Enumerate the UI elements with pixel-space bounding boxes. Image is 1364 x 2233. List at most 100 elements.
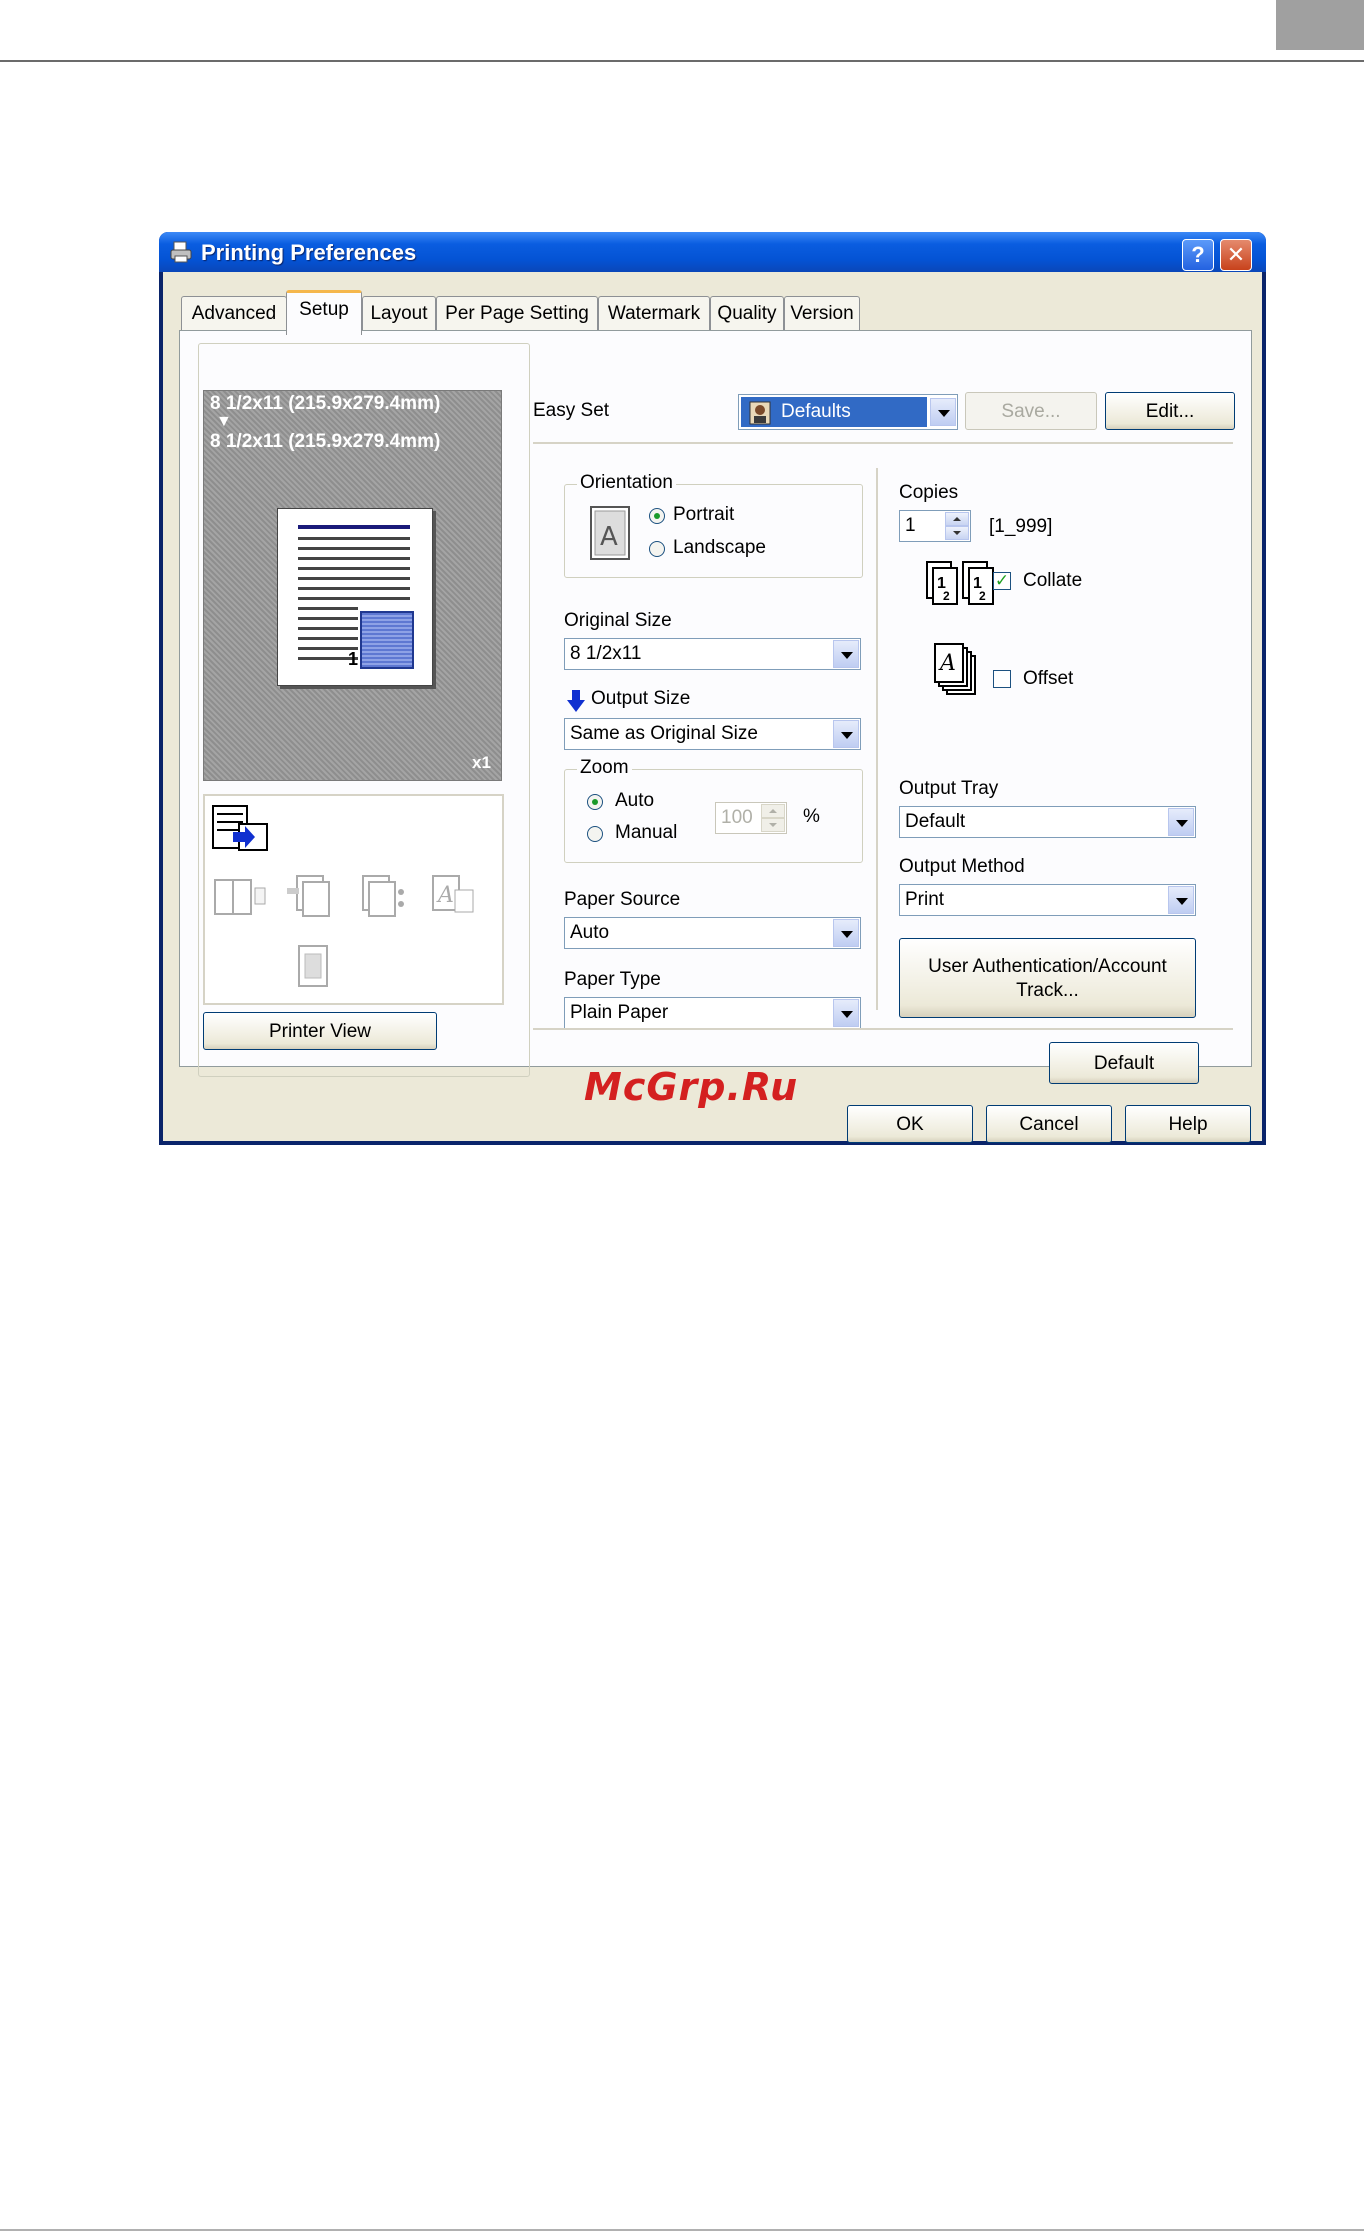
zoom-manual-label[interactable]: Manual [615, 822, 677, 844]
original-size-value: 8 1/2x11 [570, 643, 642, 664]
page-corner-tab [1276, 0, 1364, 50]
chevron-down-icon[interactable] [833, 999, 859, 1027]
easy-set-select[interactable]: Defaults [738, 394, 958, 430]
output-size-value: Same as Original Size [570, 723, 758, 744]
easy-set-label: Easy Set [533, 400, 610, 421]
site-watermark: McGrp.Ru [584, 1065, 799, 1109]
zoom-value: 100 [721, 807, 753, 828]
zoom-stepper[interactable]: 100 [715, 802, 787, 834]
printer-view-button[interactable]: Printer View [203, 1012, 437, 1050]
window-title: Printing Preferences [201, 240, 417, 265]
svg-text:A: A [938, 651, 956, 676]
tab-version[interactable]: Version [784, 296, 860, 331]
svg-text:2: 2 [979, 589, 986, 603]
column-divider [876, 468, 878, 1010]
copies-stepper[interactable]: 1 [899, 510, 971, 542]
output-method-select[interactable]: Print [899, 884, 1196, 916]
preview-sheet: 1 [277, 508, 433, 686]
preview-arrow-icon: ▼ [216, 413, 232, 430]
tab-layout[interactable]: Layout [362, 296, 436, 331]
output-method-value: Print [905, 889, 945, 910]
paper-source-value: Auto [570, 922, 610, 943]
cancel-button[interactable]: Cancel [986, 1105, 1112, 1143]
paper-type-select[interactable]: Plain Paper [564, 997, 861, 1029]
user-icon [749, 401, 771, 425]
help-button[interactable]: Help [1125, 1105, 1251, 1143]
landscape-label[interactable]: Landscape [673, 537, 766, 559]
spin-down-icon[interactable] [761, 818, 785, 832]
collate-label[interactable]: Collate [1023, 570, 1082, 592]
svg-text:A: A [436, 883, 454, 908]
help-title-button[interactable]: ? [1182, 239, 1214, 271]
printer-view-icon[interactable] [211, 804, 271, 854]
default-button[interactable]: Default [1049, 1042, 1199, 1084]
svg-text:2: 2 [943, 589, 950, 603]
tab-watermark[interactable]: Watermark [598, 296, 710, 331]
duplex-icon [214, 879, 266, 915]
landscape-radio[interactable] [649, 541, 665, 557]
ok-button[interactable]: OK [847, 1105, 973, 1143]
zoom-auto-label[interactable]: Auto [615, 790, 654, 812]
chevron-down-icon[interactable] [930, 398, 956, 426]
page-top-rule [0, 60, 1364, 62]
zoom-auto-radio[interactable] [587, 794, 603, 810]
output-size-label: Output Size [591, 688, 691, 709]
portrait-radio[interactable] [649, 508, 665, 524]
paper-source-select[interactable]: Auto [564, 917, 861, 949]
orientation-label: Orientation [577, 472, 676, 494]
chevron-down-icon[interactable] [1168, 808, 1194, 836]
offset-label[interactable]: Offset [1023, 668, 1073, 690]
output-tray-select[interactable]: Default [899, 806, 1196, 838]
offset-checkbox[interactable] [993, 670, 1011, 688]
orientation-group: Orientation A Portrait Landscape [564, 472, 863, 578]
copies-value: 1 [905, 515, 916, 536]
portrait-label[interactable]: Portrait [673, 504, 734, 526]
original-size-select[interactable]: 8 1/2x11 [564, 638, 861, 670]
tab-quality[interactable]: Quality [710, 296, 784, 331]
edit-button[interactable]: Edit... [1105, 392, 1235, 430]
spin-up-icon[interactable] [761, 804, 785, 818]
chevron-down-icon[interactable] [833, 919, 859, 947]
page-preview: 8 1/2x11 (215.9x279.4mm) ▼ 8 1/2x11 (215… [203, 390, 502, 781]
preview-original-size: 8 1/2x11 (215.9x279.4mm) [210, 393, 441, 414]
output-size-select[interactable]: Same as Original Size [564, 718, 861, 750]
user-authentication-button[interactable]: User Authentication/Account Track... [899, 938, 1196, 1018]
cover-icon: A [432, 875, 474, 913]
divider [533, 442, 1233, 444]
question-icon: ? [1191, 242, 1205, 267]
printer-mode-icons: A [203, 794, 504, 1005]
copies-range: [1_999] [989, 516, 1053, 537]
booklet-icon [298, 945, 328, 987]
staple-icon [287, 875, 330, 917]
printer-icon [170, 241, 192, 263]
page-number-stamp [360, 611, 414, 669]
output-method-label: Output Method [899, 856, 1025, 877]
tab-setup[interactable]: Setup [286, 290, 362, 335]
paper-type-value: Plain Paper [570, 1002, 669, 1023]
preview-copies-badge: x1 [472, 753, 491, 772]
zoom-label: Zoom [577, 757, 632, 779]
title-bar: Printing Preferences ? ✕ [159, 232, 1266, 272]
tab-advanced[interactable]: Advanced [181, 296, 287, 331]
save-button[interactable]: Save... [965, 392, 1097, 430]
portrait-page-icon: A [590, 506, 630, 560]
collate-icon: 1 2 1 2 [926, 561, 994, 605]
paper-source-label: Paper Source [564, 889, 681, 910]
output-tray-value: Default [905, 811, 966, 832]
offset-icon: A [934, 643, 976, 695]
spin-down-icon[interactable] [945, 526, 969, 540]
page-bottom-rule [0, 2229, 1364, 2231]
chevron-down-icon[interactable] [1168, 886, 1194, 914]
tab-per-page-setting[interactable]: Per Page Setting [436, 296, 598, 331]
arrow-down-icon [567, 690, 585, 712]
zoom-group: Zoom Auto Manual 100 % [564, 757, 863, 863]
collate-checkbox[interactable]: ✓ [993, 572, 1011, 590]
spin-up-icon[interactable] [945, 512, 969, 526]
chevron-down-icon[interactable] [833, 720, 859, 748]
output-tray-label: Output Tray [899, 778, 999, 799]
zoom-manual-radio[interactable] [587, 826, 603, 842]
chevron-down-icon[interactable] [833, 640, 859, 668]
zoom-unit: % [803, 806, 820, 827]
copies-label: Copies [899, 482, 959, 503]
close-button[interactable]: ✕ [1220, 239, 1252, 271]
